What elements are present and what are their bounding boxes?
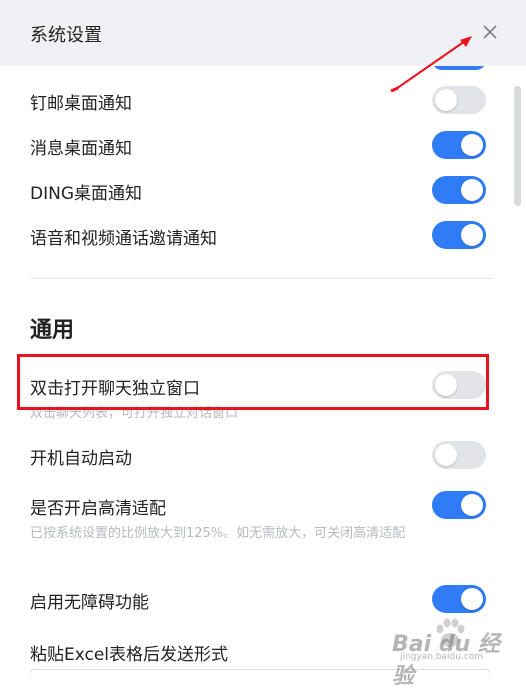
setting-row-dingmail-notify: 钉邮桌面通知	[30, 86, 490, 116]
toggle-knob	[435, 444, 457, 466]
setting-label: 钉邮桌面通知	[30, 94, 132, 114]
toggle-ding-notify[interactable]	[432, 176, 486, 204]
toggle-knob	[461, 179, 483, 201]
setting-description: 已按系统设置的比例放大到125%。如无需放大，可关闭高清适配	[30, 526, 406, 541]
setting-label: 语音和视频通话邀请通知	[30, 229, 217, 249]
window-title: 系统设置	[30, 25, 102, 46]
setting-label: DING桌面通知	[30, 184, 142, 204]
title-bar: 系统设置	[0, 0, 526, 66]
setting-label: 启用无障碍功能	[30, 593, 149, 613]
toggle-knob	[461, 588, 483, 610]
setting-row-call-notify: 语音和视频通话邀请通知	[30, 221, 490, 251]
section-title-general: 通用	[30, 318, 75, 343]
close-icon	[483, 25, 497, 39]
toggle-knob	[461, 494, 483, 516]
toggle-call-notify[interactable]	[432, 221, 486, 249]
scrollbar-thumb[interactable]	[514, 86, 521, 206]
setting-label: 粘贴Excel表格后发送形式	[30, 645, 229, 665]
section-divider	[30, 278, 494, 279]
watermark-url: jingyan.baidu.com	[400, 652, 484, 662]
close-button[interactable]	[478, 20, 502, 44]
setting-label: 消息桌面通知	[30, 139, 132, 159]
setting-row-hd-adapt: 是否开启高清适配 已按系统设置的比例放大到125%。如无需放大，可关闭高清适配	[30, 491, 490, 571]
setting-label: 是否开启高清适配	[30, 499, 166, 519]
toggle-dingmail-notify[interactable]	[432, 86, 486, 114]
toggle-knob	[461, 224, 483, 246]
toggle-message-notify[interactable]	[432, 131, 486, 159]
partial-toggle[interactable]	[432, 66, 486, 70]
annotation-highlight-box	[17, 354, 489, 410]
toggle-auto-start[interactable]	[432, 441, 486, 469]
watermark: Bai du 经验 jingyan.baidu.com	[392, 612, 512, 689]
toggle-hd-adapt[interactable]	[432, 491, 486, 519]
setting-row-ding-notify: DING桌面通知	[30, 176, 490, 206]
setting-label: 开机自动启动	[30, 449, 132, 469]
setting-row-message-notify: 消息桌面通知	[30, 130, 490, 160]
toggle-accessibility[interactable]	[432, 585, 486, 613]
toggle-knob	[435, 89, 457, 111]
setting-row-accessibility: 启用无障碍功能	[30, 584, 490, 614]
setting-row-auto-start: 开机自动启动	[30, 440, 490, 470]
toggle-knob	[461, 134, 483, 156]
